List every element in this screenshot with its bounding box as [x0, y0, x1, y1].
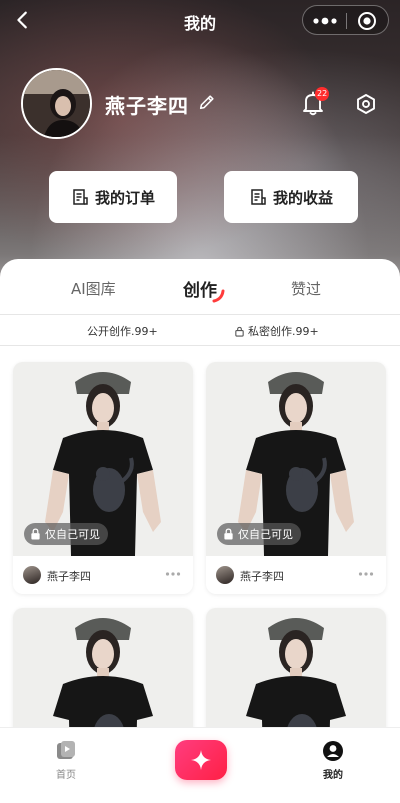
active-tab-indicator — [212, 289, 225, 303]
lock-icon — [224, 528, 233, 540]
visibility-tag-label: 仅自己可见 — [45, 528, 100, 541]
author-avatar[interactable] — [23, 566, 41, 584]
my-orders-button[interactable]: 我的订单 — [49, 171, 177, 223]
filter-public-creations[interactable]: 公开创作.99+ — [87, 323, 158, 339]
author-avatar[interactable] — [216, 566, 234, 584]
tabbar-mine[interactable]: 我的 — [303, 740, 363, 781]
card-more-icon[interactable] — [165, 568, 181, 580]
visibility-tag-label: 仅自己可见 — [238, 528, 293, 541]
author-name: 燕子李四 — [240, 570, 284, 583]
tabbar-home-label: 首页 — [56, 770, 76, 781]
profile-user-icon — [323, 741, 343, 761]
visibility-filter-bar: 公开创作.99+ 私密创作.99+ — [0, 314, 400, 346]
user-avatar[interactable] — [21, 68, 92, 139]
sparkle-plus-icon — [191, 750, 211, 770]
creation-card-footer: 燕子李四 — [13, 556, 193, 594]
settings-hexagon-icon[interactable] — [355, 93, 377, 115]
tabbar-home[interactable]: 首页 — [36, 740, 96, 781]
filter-private-label: 私密创作.99+ — [248, 325, 319, 338]
author-name: 燕子李四 — [47, 570, 91, 583]
edit-pencil-icon[interactable] — [198, 93, 216, 111]
lock-icon — [31, 528, 40, 540]
content-tabs: AI图库 创作 赞过 — [0, 259, 400, 311]
navigation-bar: 我的 — [0, 0, 400, 42]
bottom-tab-bar: 首页 我的 — [0, 727, 400, 803]
creation-card[interactable]: 仅自己可见 燕子李四 — [13, 362, 193, 594]
tab-liked[interactable]: 赞过 — [291, 278, 321, 299]
content-sheet: AI图库 创作 赞过 公开创作.99+ 私密创作.99+ 仅自己可见 燕子李四 … — [0, 259, 400, 803]
mini-program-capsule — [302, 5, 389, 35]
creation-card-footer: 燕子李四 — [206, 556, 386, 594]
username: 燕子李四 — [105, 94, 189, 118]
home-video-icon — [57, 741, 75, 759]
my-earnings-button[interactable]: 我的收益 — [224, 171, 358, 223]
order-receipt-icon — [73, 189, 88, 205]
earnings-receipt-icon — [251, 189, 266, 205]
creation-image[interactable]: 仅自己可见 — [206, 362, 386, 556]
creation-image[interactable]: 仅自己可见 — [13, 362, 193, 556]
close-target-icon[interactable] — [357, 11, 377, 31]
tabbar-mine-label: 我的 — [323, 770, 343, 781]
profile-header-background — [0, 0, 400, 300]
creation-card[interactable]: 仅自己可见 燕子李四 — [206, 362, 386, 594]
more-options-icon[interactable] — [312, 14, 338, 28]
my-orders-label: 我的订单 — [94, 188, 155, 207]
card-more-icon[interactable] — [358, 568, 374, 580]
filter-private-creations[interactable]: 私密创作.99+ — [234, 323, 319, 339]
my-earnings-label: 我的收益 — [272, 188, 333, 207]
lock-icon — [235, 326, 244, 337]
visibility-tag: 仅自己可见 — [217, 523, 301, 545]
visibility-tag: 仅自己可见 — [24, 523, 108, 545]
capsule-divider — [346, 13, 347, 29]
create-plus-button[interactable] — [175, 740, 227, 780]
tab-ai-library[interactable]: AI图库 — [71, 278, 116, 299]
